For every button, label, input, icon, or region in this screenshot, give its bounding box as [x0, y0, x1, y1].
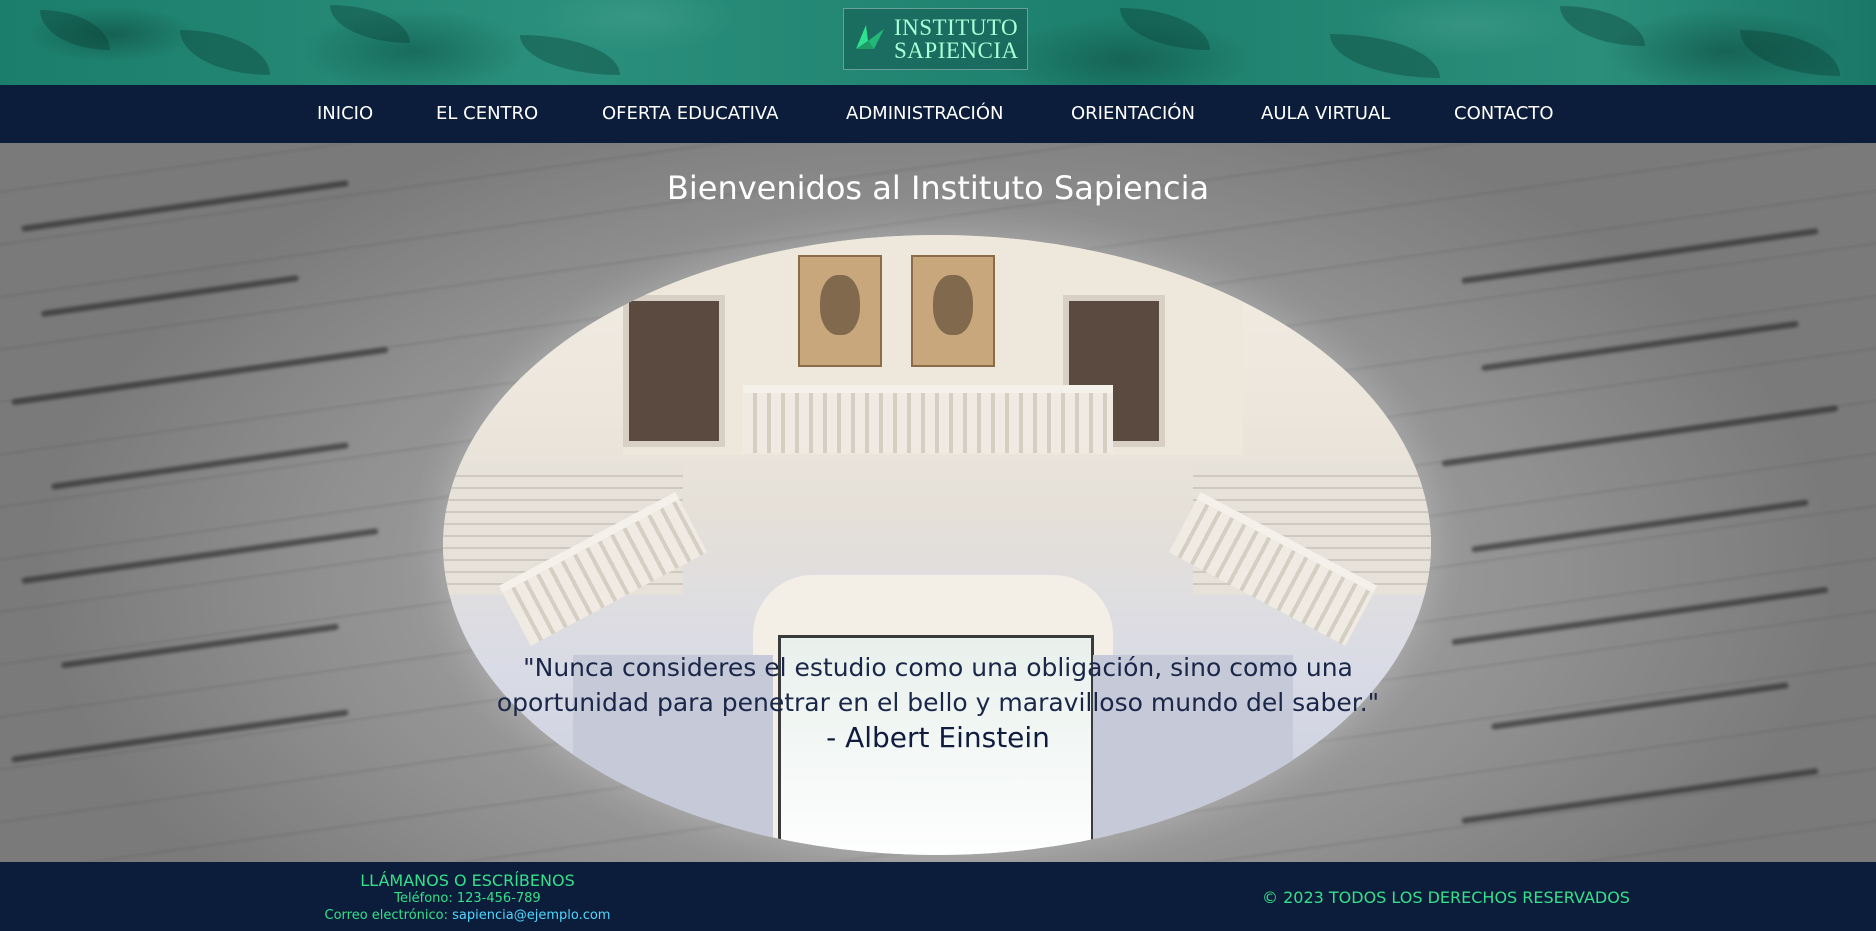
hero-title: Bienvenidos al Instituto Sapiencia — [666, 169, 1210, 207]
nav-item-el-centro[interactable]: EL CENTRO — [436, 85, 538, 143]
nav-item-aula-virtual[interactable]: AULA VIRTUAL — [1261, 85, 1390, 143]
copyright-text: © 2023 TODOS LOS DERECHOS RESERVADOS — [1262, 888, 1630, 907]
site-logo[interactable]: INSTITUTO SAPIENCIA — [843, 8, 1028, 70]
nav-item-orientacion[interactable]: ORIENTACIÓN — [1071, 85, 1195, 143]
quote-author: - Albert Einstein — [826, 721, 1050, 754]
contact-block: LLÁMANOS O ESCRÍBENOS Teléfono: 123-456-… — [300, 871, 635, 924]
contact-email-row: Correo electrónico: sapiencia@ejemplo.co… — [300, 907, 635, 924]
nav-item-inicio[interactable]: INICIO — [317, 85, 373, 143]
email-label: Correo electrónico: — [324, 908, 453, 923]
logo-line-1: INSTITUTO — [894, 15, 1019, 40]
quote-line-2: oportunidad para penetrar en el bello y … — [496, 688, 1380, 717]
leaf-logo-icon — [852, 19, 888, 60]
email-link[interactable]: sapiencia@ejemplo.com — [452, 908, 610, 923]
einstein-quote: "Nunca consideres el estudio como una ob… — [470, 650, 1406, 755]
staircase-photo — [443, 235, 1431, 855]
logo-text: INSTITUTO SAPIENCIA — [894, 16, 1019, 62]
header-banner: INSTITUTO SAPIENCIA — [0, 0, 1876, 85]
nav-item-oferta-educativa[interactable]: OFERTA EDUCATIVA — [602, 85, 778, 143]
contact-heading: LLÁMANOS O ESCRÍBENOS — [360, 871, 575, 890]
footer: LLÁMANOS O ESCRÍBENOS Teléfono: 123-456-… — [0, 862, 1876, 931]
nav-item-administracion[interactable]: ADMINISTRACIÓN — [846, 85, 1004, 143]
quote-line-1: "Nunca consideres el estudio como una ob… — [523, 653, 1353, 682]
main-nav: INICIO EL CENTRO OFERTA EDUCATIVA ADMINI… — [0, 85, 1876, 143]
contact-phone: Teléfono: 123-456-789 — [394, 891, 541, 906]
hero-section: Bienvenidos al Instituto Sapiencia "Nunc… — [0, 143, 1876, 862]
logo-line-2: SAPIENCIA — [894, 38, 1019, 63]
nav-item-contacto[interactable]: CONTACTO — [1454, 85, 1554, 143]
